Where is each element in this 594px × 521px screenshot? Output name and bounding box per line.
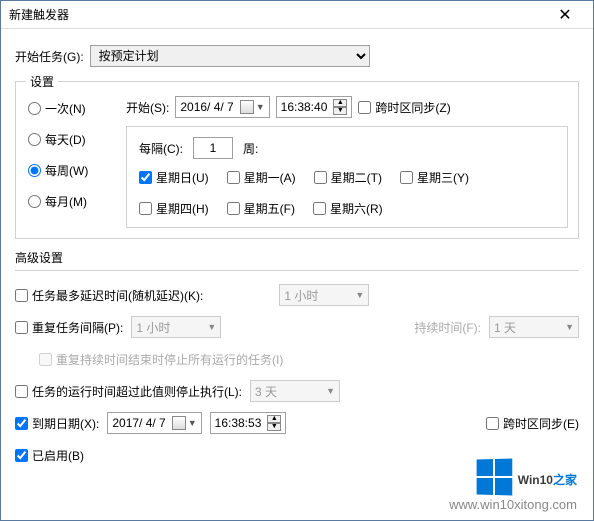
spinner-down[interactable]: ▼ bbox=[267, 423, 281, 431]
start-task-row: 开始任务(G): 按预定计划 bbox=[15, 45, 579, 67]
interval-input[interactable] bbox=[193, 137, 233, 159]
sync-timezone-checkbox-e[interactable]: 跨时区同步(E) bbox=[486, 415, 579, 432]
chevron-down-icon: ▼ bbox=[565, 322, 574, 332]
spinner-down[interactable]: ▼ bbox=[333, 107, 347, 115]
advanced-legend: 高级设置 bbox=[15, 249, 579, 266]
stop-if-over-combo[interactable]: 3 天▼ bbox=[250, 380, 340, 402]
calendar-icon bbox=[172, 416, 186, 430]
schedule-radio-group: 一次(N) 每天(D) 每周(W) 每月(M) bbox=[26, 96, 116, 228]
start-task-select[interactable]: 按预定计划 bbox=[90, 45, 370, 67]
sync-timezone-checkbox-z[interactable]: 跨时区同步(Z) bbox=[358, 99, 450, 116]
start-datetime-row: 开始(S): 2016/ 4/ 7 ▼ 16:38:40 ▲ ▼ bbox=[126, 96, 568, 118]
day-tuesday[interactable]: 星期二(T) bbox=[314, 169, 382, 186]
settings-fieldset: 设置 一次(N) 每天(D) 每周(W) 每月(M) 开始(S): 2016/ … bbox=[15, 73, 579, 239]
close-button[interactable]: ✕ bbox=[545, 3, 585, 27]
expire-row: 到期日期(X): 2017/ 4/ 7 ▼ 16:38:53 ▲ ▼ bbox=[15, 411, 579, 435]
day-wednesday[interactable]: 星期三(Y) bbox=[400, 169, 469, 186]
chevron-down-icon: ▼ bbox=[207, 322, 216, 332]
start-time-picker[interactable]: 16:38:40 ▲ ▼ bbox=[276, 96, 353, 118]
interval-unit: 周: bbox=[243, 140, 258, 157]
repeat-checkbox[interactable]: 重复任务间隔(P): bbox=[15, 319, 123, 336]
day-friday[interactable]: 星期五(F) bbox=[227, 200, 295, 217]
watermark: Win10之家 www.win10xitong.com bbox=[449, 459, 577, 512]
radio-weekly[interactable]: 每周(W) bbox=[28, 162, 114, 179]
chevron-down-icon: ▼ bbox=[188, 418, 197, 428]
watermark-brand: Win10之家 bbox=[518, 464, 577, 490]
duration-combo[interactable]: 1 天▼ bbox=[489, 316, 579, 338]
weekly-settings-box: 每隔(C): 周: 星期日(U) 星期一(A) 星期二(T) 星期三(Y) 星期… bbox=[126, 126, 568, 228]
stop-if-over-row: 任务的运行时间超过此值则停止执行(L): 3 天▼ bbox=[15, 379, 579, 403]
day-sunday[interactable]: 星期日(U) bbox=[139, 169, 209, 186]
delay-row: 任务最多延迟时间(随机延迟)(K): 1 小时▼ bbox=[15, 283, 579, 307]
stop-if-over-checkbox[interactable]: 任务的运行时间超过此值则停止执行(L): bbox=[15, 383, 242, 400]
repeat-interval-combo[interactable]: 1 小时▼ bbox=[131, 316, 221, 338]
titlebar: 新建触发器 ✕ bbox=[1, 1, 593, 29]
day-saturday[interactable]: 星期六(R) bbox=[313, 200, 383, 217]
radio-once[interactable]: 一次(N) bbox=[28, 100, 114, 117]
start-task-label: 开始任务(G): bbox=[15, 48, 84, 65]
interval-row: 每隔(C): 周: bbox=[139, 137, 555, 159]
duration-label: 持续时间(F): bbox=[414, 319, 481, 336]
days-of-week-grid: 星期日(U) 星期一(A) 星期二(T) 星期三(Y) 星期四(H) 星期五(F… bbox=[139, 169, 555, 217]
day-monday[interactable]: 星期一(A) bbox=[227, 169, 296, 186]
expire-date-picker[interactable]: 2017/ 4/ 7 ▼ bbox=[107, 412, 201, 434]
windows-logo-icon bbox=[476, 459, 512, 496]
expire-time-picker[interactable]: 16:38:53 ▲ ▼ bbox=[210, 412, 287, 434]
advanced-section: 高级设置 任务最多延迟时间(随机延迟)(K): 1 小时▼ 重复任务间隔(P):… bbox=[15, 249, 579, 467]
dialog-content: 开始任务(G): 按预定计划 设置 一次(N) 每天(D) 每周(W) 每月(M… bbox=[1, 29, 593, 485]
settings-legend: 设置 bbox=[26, 73, 58, 90]
window-title: 新建触发器 bbox=[9, 6, 545, 23]
radio-monthly[interactable]: 每月(M) bbox=[28, 193, 114, 210]
enabled-checkbox[interactable]: 已启用(B) bbox=[15, 447, 84, 464]
start-label: 开始(S): bbox=[126, 99, 169, 116]
chevron-down-icon: ▼ bbox=[326, 386, 335, 396]
chevron-down-icon: ▼ bbox=[355, 290, 364, 300]
delay-combo[interactable]: 1 小时▼ bbox=[279, 284, 369, 306]
stop-at-end-row: 重复持续时间结束时停止所有运行的任务(I) bbox=[39, 347, 579, 371]
chevron-down-icon: ▼ bbox=[256, 102, 265, 112]
stop-at-end-checkbox: 重复持续时间结束时停止所有运行的任务(I) bbox=[39, 351, 283, 368]
radio-daily[interactable]: 每天(D) bbox=[28, 131, 114, 148]
repeat-row: 重复任务间隔(P): 1 小时▼ 持续时间(F): 1 天▼ bbox=[15, 315, 579, 339]
start-date-picker[interactable]: 2016/ 4/ 7 ▼ bbox=[175, 96, 269, 118]
spinner-up[interactable]: ▲ bbox=[333, 99, 347, 107]
delay-checkbox[interactable]: 任务最多延迟时间(随机延迟)(K): bbox=[15, 287, 203, 304]
day-thursday[interactable]: 星期四(H) bbox=[139, 200, 209, 217]
spinner-up[interactable]: ▲ bbox=[267, 415, 281, 423]
expire-checkbox[interactable]: 到期日期(X): bbox=[15, 415, 99, 432]
calendar-icon bbox=[240, 100, 254, 114]
interval-label: 每隔(C): bbox=[139, 140, 183, 157]
dialog-window: 新建触发器 ✕ 开始任务(G): 按预定计划 设置 一次(N) 每天(D) 每周… bbox=[0, 0, 594, 521]
watermark-url: www.win10xitong.com bbox=[449, 497, 577, 512]
